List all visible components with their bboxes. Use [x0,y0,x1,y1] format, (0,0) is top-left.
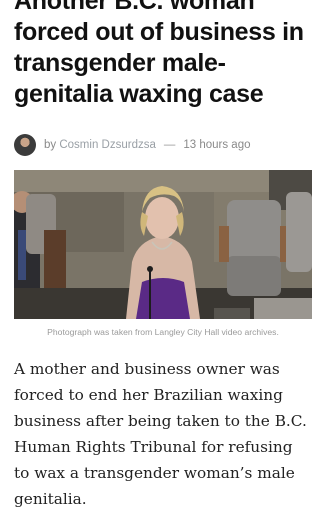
article-photo [14,170,312,319]
author-link[interactable]: Cosmin Dzsurdzsa [59,139,156,151]
author-avatar[interactable] [14,134,36,156]
council-chamber-photo [14,170,312,319]
headline-line: Another B.C. woman [14,0,255,15]
article-headline: Another B.C. woman forced out of busines… [14,0,319,110]
byline-prefix: by [44,139,57,151]
headline-line: genitalia waxing case [14,80,264,108]
photo-caption: Photograph was taken from Langley City H… [47,327,279,337]
body-line: genitalia. [14,490,87,508]
body-line: forced to end her Brazilian waxing [14,386,283,404]
body-line: business after being taken to the B.C. [14,412,307,430]
article-body: A mother and business owner was forced t… [14,356,322,512]
body-line: Human Rights Tribunal for refusing [14,438,293,456]
body-line: A mother and business owner was [14,360,280,378]
publish-time: 13 hours ago [183,139,251,151]
body-line: to wax a transgender woman’s male [14,464,295,482]
byline-separator: — [163,139,176,151]
byline: by Cosmin Dzsurdzsa — 13 hours ago [14,134,251,156]
headline-line: transgender male- [14,49,226,77]
headline-line: forced out of business in [14,18,304,46]
